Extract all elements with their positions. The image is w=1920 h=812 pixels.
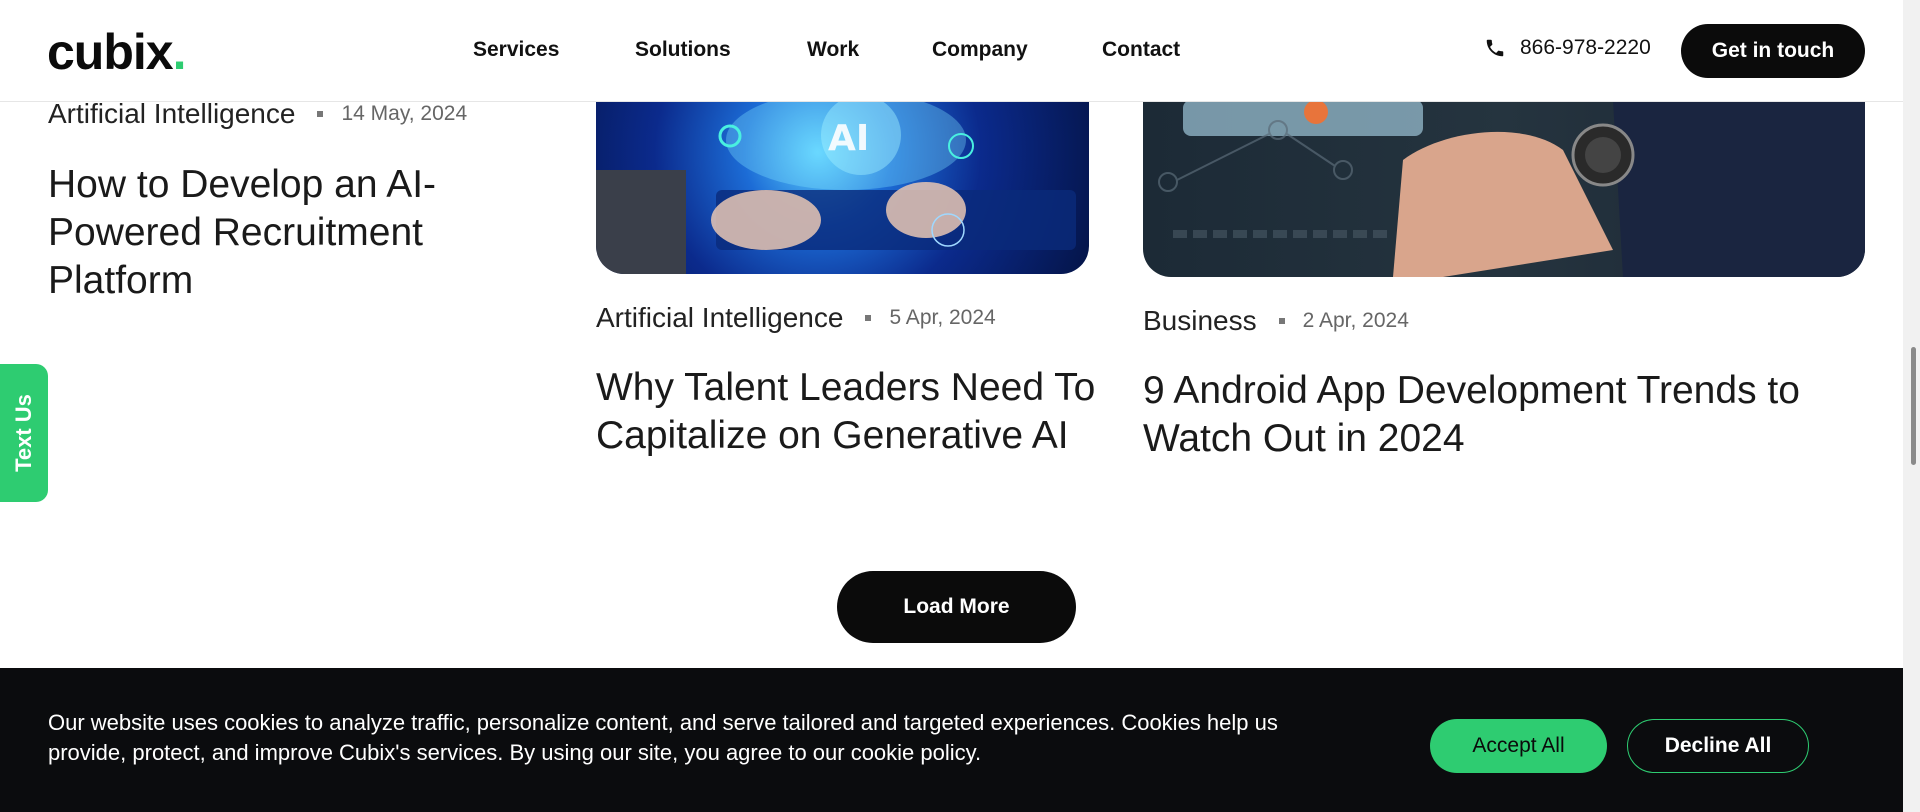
nav-item-contact[interactable]: Contact <box>1102 38 1180 62</box>
text-us-tab[interactable]: Text Us <box>0 364 48 502</box>
android-illustration <box>1158 100 1865 277</box>
post-meta: Artificial Intelligence 14 May, 2024 <box>48 98 467 130</box>
logo-dot: . <box>172 24 187 80</box>
nav-item-services[interactable]: Services <box>473 38 559 62</box>
nav-item-work[interactable]: Work <box>807 38 859 62</box>
ai-glyph: AI <box>828 118 869 159</box>
ai-illustration: AI <box>596 100 1076 274</box>
logo[interactable]: cubix. <box>47 26 186 78</box>
post-image-android[interactable] <box>1143 100 1865 277</box>
post-category[interactable]: Artificial Intelligence <box>48 98 295 130</box>
post-date: 14 May, 2024 <box>341 102 468 125</box>
phone-number: 866-978-2220 <box>1520 36 1651 59</box>
post-category[interactable]: Artificial Intelligence <box>596 302 843 334</box>
meta-separator <box>865 315 872 321</box>
decline-all-button[interactable]: Decline All <box>1627 719 1809 773</box>
post-title[interactable]: How to Develop an AI-Powered Recruitment… <box>48 161 488 305</box>
load-more-button[interactable]: Load More <box>837 571 1076 643</box>
cookie-banner: Our website uses cookies to analyze traf… <box>0 668 1913 812</box>
logo-text: cubix <box>47 24 174 80</box>
get-in-touch-button[interactable]: Get in touch <box>1681 24 1865 78</box>
site-header: cubix. Services Solutions Work Company C… <box>0 0 1903 102</box>
phone-icon <box>1486 39 1504 57</box>
post-title[interactable]: Why Talent Leaders Need To Capitalize on… <box>596 364 1096 460</box>
nav-item-company[interactable]: Company <box>932 38 1028 62</box>
text-us-label: Text Us <box>11 394 36 472</box>
meta-separator <box>317 111 324 117</box>
post-meta: Artificial Intelligence 5 Apr, 2024 <box>596 302 996 334</box>
post-category[interactable]: Business <box>1143 305 1257 337</box>
accept-all-button[interactable]: Accept All <box>1430 719 1607 773</box>
post-date: 2 Apr, 2024 <box>1302 309 1409 332</box>
post-title[interactable]: 9 Android App Development Trends to Watc… <box>1143 367 1823 463</box>
scrollbar-thumb[interactable] <box>1911 347 1916 465</box>
cookie-message: Our website uses cookies to analyze traf… <box>48 710 1278 765</box>
nav-item-solutions[interactable]: Solutions <box>635 38 731 62</box>
post-image-ai-laptop[interactable]: AI <box>596 100 1089 274</box>
phone-link[interactable]: 866-978-2220 <box>1484 36 1651 60</box>
post-date: 5 Apr, 2024 <box>889 306 996 329</box>
meta-separator <box>1278 318 1285 324</box>
post-meta: Business 2 Apr, 2024 <box>1143 305 1409 337</box>
